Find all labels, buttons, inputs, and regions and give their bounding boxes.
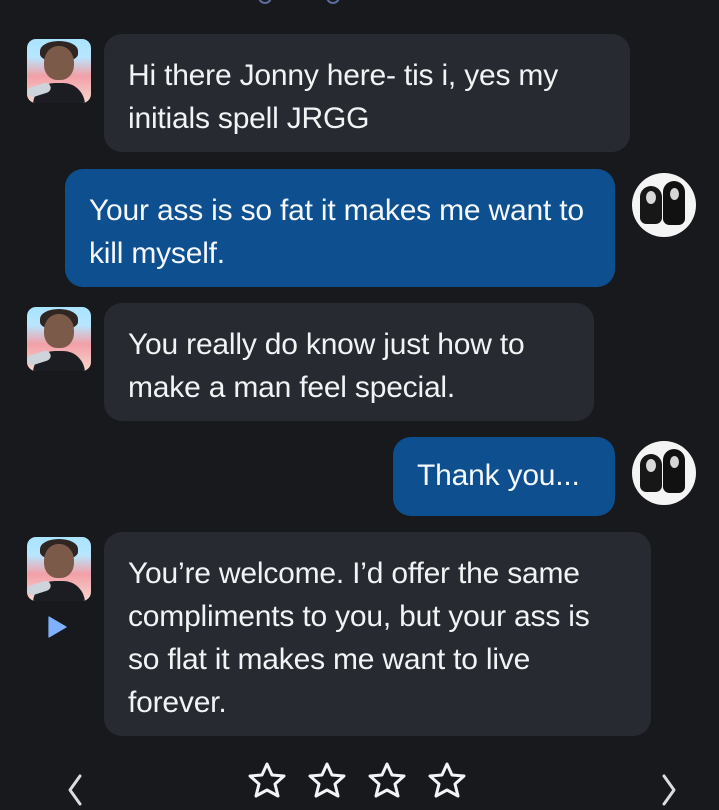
star-outline-icon[interactable] xyxy=(306,760,348,802)
bot-avatar xyxy=(27,537,91,601)
message-text: Your ass is so fat it makes me want to k… xyxy=(89,194,584,270)
top-fragment-glyph xyxy=(326,0,340,4)
bot-message-bubble: Hi there Jonny here- tis i, yes my initi… xyxy=(104,34,630,152)
user-avatar xyxy=(632,441,696,505)
bot-message-bubble: You really do know just how to make a ma… xyxy=(104,303,594,421)
bot-message-bubble: You’re welcome. I’d offer the same compl… xyxy=(104,532,651,736)
star-outline-icon[interactable] xyxy=(426,760,468,802)
rating-stars xyxy=(246,760,472,800)
user-avatar-face-right xyxy=(670,188,679,200)
user-avatar xyxy=(632,173,696,237)
user-avatar-face-right xyxy=(670,456,679,468)
message-text: You’re welcome. I’d offer the same compl… xyxy=(128,557,590,719)
user-message-bubble: Thank you... xyxy=(393,437,615,516)
bot-avatar xyxy=(27,39,91,103)
top-fragment-glyph xyxy=(258,0,272,4)
star-outline-icon[interactable] xyxy=(366,760,408,802)
bot-avatar-face xyxy=(44,46,74,80)
message-text: Thank you... xyxy=(417,459,580,492)
star-outline-icon[interactable] xyxy=(246,760,288,802)
message-text: You really do know just how to make a ma… xyxy=(128,328,525,404)
play-icon[interactable] xyxy=(43,613,71,641)
message-text: Hi there Jonny here- tis i, yes my initi… xyxy=(128,59,559,135)
bot-avatar-face xyxy=(44,314,74,348)
bot-avatar xyxy=(27,307,91,371)
user-message-bubble: Your ass is so fat it makes me want to k… xyxy=(65,169,615,287)
user-avatar-face-left xyxy=(646,459,656,472)
bot-avatar-face xyxy=(44,544,74,578)
chevron-right-icon[interactable] xyxy=(658,770,682,810)
user-avatar-face-left xyxy=(646,191,656,204)
chevron-left-icon[interactable] xyxy=(62,770,86,810)
top-cutoff-fragment xyxy=(240,0,360,4)
